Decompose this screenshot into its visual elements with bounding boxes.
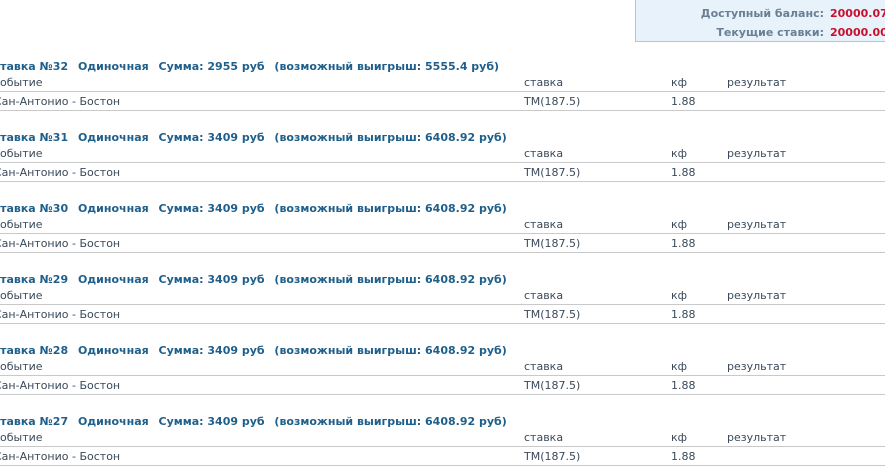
table-row: Сан-Антонио - Бостон ТМ(187.5) 1.88 — [0, 305, 885, 324]
bet-block: Ставка №28 Одиночная Сумма: 3409 руб (во… — [0, 344, 885, 404]
current-bets-label: Текущие ставки: — [716, 26, 824, 39]
bet-block: Ставка №30 Одиночная Сумма: 3409 руб (во… — [0, 202, 885, 262]
bet-block: Ставка №27 Одиночная Сумма: 3409 руб (во… — [0, 415, 885, 473]
header-event: событие — [0, 147, 43, 160]
bet-title: Ставка №28 Одиночная Сумма: 3409 руб (во… — [0, 344, 513, 357]
bet-kf: 1.88 — [671, 237, 696, 250]
available-balance-label: Доступный баланс: — [700, 7, 824, 20]
bet-header-row: событие ставка кф результат — [0, 428, 885, 447]
bet-type: Одиночная — [77, 202, 149, 215]
bet-possible-win: (возможный выигрыш: 6408.92 руб) — [274, 344, 507, 357]
table-row: Сан-Антонио - Бостон ТМ(187.5) 1.88 — [0, 376, 885, 395]
bet-type: Одиночная — [77, 415, 149, 428]
current-bets-value: 20000.00 — [830, 26, 885, 39]
header-kf: кф — [671, 431, 688, 444]
bet-header-row: событие ставка кф результат — [0, 73, 885, 92]
bet-title: Ставка №30 Одиночная Сумма: 3409 руб (во… — [0, 202, 513, 215]
available-balance-value: 20000.07 — [830, 7, 885, 20]
header-kf: кф — [671, 147, 688, 160]
bet-stake: ТМ(187.5) — [524, 166, 581, 179]
header-result: результат — [727, 76, 787, 89]
bet-title: Ставка №32 Одиночная Сумма: 2955 руб (во… — [0, 60, 505, 73]
bet-event: Сан-Антонио - Бостон — [0, 166, 121, 179]
header-stake: ставка — [524, 218, 564, 231]
table-row: Сан-Антонио - Бостон ТМ(187.5) 1.88 — [0, 234, 885, 253]
bet-possible-win: (возможный выигрыш: 6408.92 руб) — [274, 202, 507, 215]
header-event: событие — [0, 76, 43, 89]
header-stake: ставка — [524, 147, 564, 160]
bet-block: Ставка №32 Одиночная Сумма: 2955 руб (во… — [0, 60, 885, 120]
bet-header-row: событие ставка кф результат — [0, 357, 885, 376]
bet-sum: Сумма: 3409 руб — [158, 202, 265, 215]
bet-type: Одиночная — [77, 344, 149, 357]
header-result: результат — [727, 431, 787, 444]
bet-stake: ТМ(187.5) — [524, 237, 581, 250]
header-stake: ставка — [524, 76, 564, 89]
bet-kf: 1.88 — [671, 308, 696, 321]
header-stake: ставка — [524, 289, 564, 302]
bet-sum: Сумма: 3409 руб — [158, 415, 265, 428]
bet-header-row: событие ставка кф результат — [0, 215, 885, 234]
bet-sum: Сумма: 3409 руб — [158, 344, 265, 357]
header-result: результат — [727, 289, 787, 302]
bet-stake: ТМ(187.5) — [524, 379, 581, 392]
header-event: событие — [0, 289, 43, 302]
bet-stake: ТМ(187.5) — [524, 450, 581, 463]
bet-possible-win: (возможный выигрыш: 6408.92 руб) — [274, 415, 507, 428]
header-result: результат — [727, 218, 787, 231]
bet-header-row: событие ставка кф результат — [0, 144, 885, 163]
header-stake: ставка — [524, 360, 564, 373]
available-balance-row: Доступный баланс: 20000.07 — [700, 7, 885, 20]
bet-block: Ставка №29 Одиночная Сумма: 3409 руб (во… — [0, 273, 885, 333]
bet-kf: 1.88 — [671, 166, 696, 179]
bet-title: Ставка №27 Одиночная Сумма: 3409 руб (во… — [0, 415, 513, 428]
bet-title: Ставка №29 Одиночная Сумма: 3409 руб (во… — [0, 273, 513, 286]
bet-number: Ставка №29 — [0, 273, 69, 286]
bet-number: Ставка №32 — [0, 60, 69, 73]
header-kf: кф — [671, 360, 688, 373]
bet-sum: Сумма: 3409 руб — [158, 273, 265, 286]
bet-stake: ТМ(187.5) — [524, 95, 581, 108]
bets-page: Доступный баланс: 20000.07 Текущие ставк… — [0, 0, 885, 473]
table-row: Сан-Антонио - Бостон ТМ(187.5) 1.88 — [0, 447, 885, 466]
balance-panel: Доступный баланс: 20000.07 Текущие ставк… — [635, 0, 885, 42]
header-event: событие — [0, 360, 43, 373]
bet-kf: 1.88 — [671, 379, 696, 392]
bet-header-row: событие ставка кф результат — [0, 286, 885, 305]
header-kf: кф — [671, 218, 688, 231]
bet-number: Ставка №28 — [0, 344, 69, 357]
header-stake: ставка — [524, 431, 564, 444]
bet-type: Одиночная — [77, 131, 149, 144]
bet-event: Сан-Антонио - Бостон — [0, 450, 121, 463]
header-result: результат — [727, 360, 787, 373]
header-kf: кф — [671, 289, 688, 302]
bet-sum: Сумма: 3409 руб — [158, 131, 265, 144]
header-kf: кф — [671, 76, 688, 89]
bet-number: Ставка №27 — [0, 415, 69, 428]
table-row: Сан-Антонио - Бостон ТМ(187.5) 1.88 — [0, 92, 885, 111]
bet-kf: 1.88 — [671, 95, 696, 108]
bet-possible-win: (возможный выигрыш: 5555.4 руб) — [274, 60, 500, 73]
bet-stake: ТМ(187.5) — [524, 308, 581, 321]
bet-event: Сан-Антонио - Бостон — [0, 237, 121, 250]
header-result: результат — [727, 147, 787, 160]
bet-title: Ставка №31 Одиночная Сумма: 3409 руб (во… — [0, 131, 513, 144]
bet-possible-win: (возможный выигрыш: 6408.92 руб) — [274, 273, 507, 286]
bet-event: Сан-Антонио - Бостон — [0, 379, 121, 392]
current-bets-row: Текущие ставки: 20000.00 — [716, 26, 885, 39]
table-row: Сан-Антонио - Бостон ТМ(187.5) 1.88 — [0, 163, 885, 182]
bet-number: Ставка №30 — [0, 202, 69, 215]
bet-kf: 1.88 — [671, 450, 696, 463]
bet-possible-win: (возможный выигрыш: 6408.92 руб) — [274, 131, 507, 144]
bet-event: Сан-Антонио - Бостон — [0, 308, 121, 321]
header-event: событие — [0, 218, 43, 231]
bet-number: Ставка №31 — [0, 131, 69, 144]
header-event: событие — [0, 431, 43, 444]
bet-event: Сан-Антонио - Бостон — [0, 95, 121, 108]
bet-type: Одиночная — [77, 60, 149, 73]
bet-type: Одиночная — [77, 273, 149, 286]
bet-block: Ставка №31 Одиночная Сумма: 3409 руб (во… — [0, 131, 885, 191]
bet-sum: Сумма: 2955 руб — [158, 60, 265, 73]
